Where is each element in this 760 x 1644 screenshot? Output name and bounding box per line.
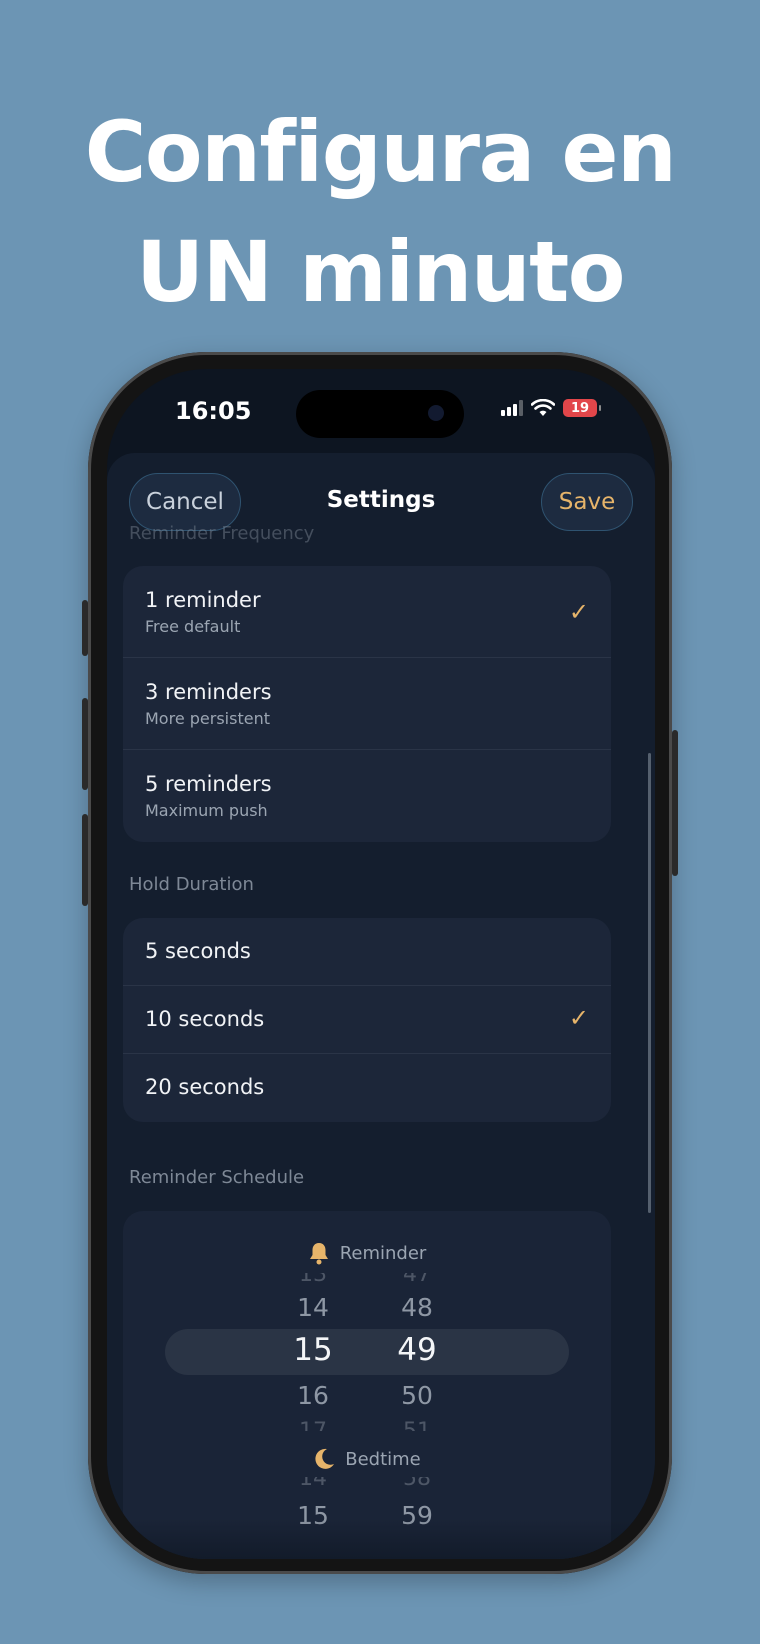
option-title: 5 seconds <box>145 939 251 963</box>
minute-option[interactable]: 48 <box>387 1293 447 1322</box>
dynamic-island <box>296 390 464 438</box>
picker-selection-band <box>165 1329 569 1375</box>
option-title: 1 reminder <box>145 588 261 612</box>
phone-volume-down-button <box>82 814 88 906</box>
option-subtitle: More persistent <box>145 709 270 728</box>
frequency-option-5[interactable]: 5 reminders Maximum push <box>123 750 611 842</box>
bedtime-hour-option: 14 <box>299 1477 327 1491</box>
bell-icon <box>309 1243 328 1265</box>
save-button[interactable]: Save <box>541 473 633 531</box>
hour-selected[interactable]: 15 <box>283 1332 343 1368</box>
reminder-schedule-card: Reminder 13 14 15 16 17 47 48 49 50 51 B… <box>123 1211 611 1559</box>
reminder-label: Reminder <box>339 1242 427 1264</box>
hour-option[interactable]: 14 <box>283 1293 343 1322</box>
hour-option[interactable]: 16 <box>283 1381 343 1410</box>
reminder-frequency-card: 1 reminder Free default ✓ 3 reminders Mo… <box>123 566 611 842</box>
option-subtitle: Maximum push <box>145 801 268 820</box>
moon-icon <box>315 1448 335 1469</box>
minute-option[interactable]: 50 <box>387 1381 447 1410</box>
bedtime-picker-label: Bedtime <box>123 1447 611 1471</box>
reminder-picker-label: Reminder <box>123 1241 611 1265</box>
minute-option: 51 <box>387 1417 447 1431</box>
option-title: 20 seconds <box>145 1075 265 1099</box>
bottom-fade <box>107 1519 655 1559</box>
status-icons: 19 <box>501 399 601 417</box>
bedtime-minute-option: 58 <box>403 1477 431 1491</box>
minute-option: 47 <box>403 1273 431 1287</box>
battery-icon: 19 <box>563 399 601 417</box>
checkmark-icon: ✓ <box>568 598 589 626</box>
hold-option-20[interactable]: 20 seconds <box>123 1054 611 1122</box>
option-title: 3 reminders <box>145 680 272 704</box>
hour-option: 17 <box>283 1417 343 1431</box>
phone-power-button <box>672 730 678 876</box>
headline-line-1: Configura en <box>84 103 677 201</box>
headline-line-2: UN minuto <box>135 223 626 321</box>
status-time: 16:05 <box>175 397 252 425</box>
wifi-icon <box>531 399 555 416</box>
headline: Configura en UN minuto <box>0 92 760 332</box>
phone-action-button <box>82 600 88 656</box>
section-label-reminder-frequency: Reminder Frequency <box>129 523 315 544</box>
section-label-hold-duration: Hold Duration <box>129 874 254 895</box>
phone-volume-up-button <box>82 698 88 790</box>
settings-sheet: Cancel Settings Save Reminder Frequency … <box>107 453 655 1559</box>
frequency-option-3[interactable]: 3 reminders More persistent <box>123 658 611 750</box>
hold-option-10[interactable]: 10 seconds ✓ <box>123 986 611 1054</box>
option-title: 5 reminders <box>145 772 272 796</box>
option-subtitle: Free default <box>145 617 241 636</box>
camera-icon <box>428 405 444 421</box>
hold-duration-card: 5 seconds 10 seconds ✓ 20 seconds <box>123 918 611 1122</box>
frequency-option-1[interactable]: 1 reminder Free default ✓ <box>123 566 611 658</box>
scroll-indicator <box>648 753 651 1213</box>
checkmark-icon: ✓ <box>568 1004 589 1032</box>
cellular-signal-icon <box>501 400 523 416</box>
hold-option-5[interactable]: 5 seconds <box>123 918 611 986</box>
section-label-reminder-schedule: Reminder Schedule <box>129 1167 305 1188</box>
hour-option: 13 <box>299 1273 327 1287</box>
bedtime-label: Bedtime <box>345 1448 421 1470</box>
phone-screen: 16:05 19 Cancel Settings Save Reminder F… <box>107 369 655 1559</box>
option-title: 10 seconds <box>145 1007 265 1031</box>
minute-selected[interactable]: 49 <box>387 1332 447 1368</box>
